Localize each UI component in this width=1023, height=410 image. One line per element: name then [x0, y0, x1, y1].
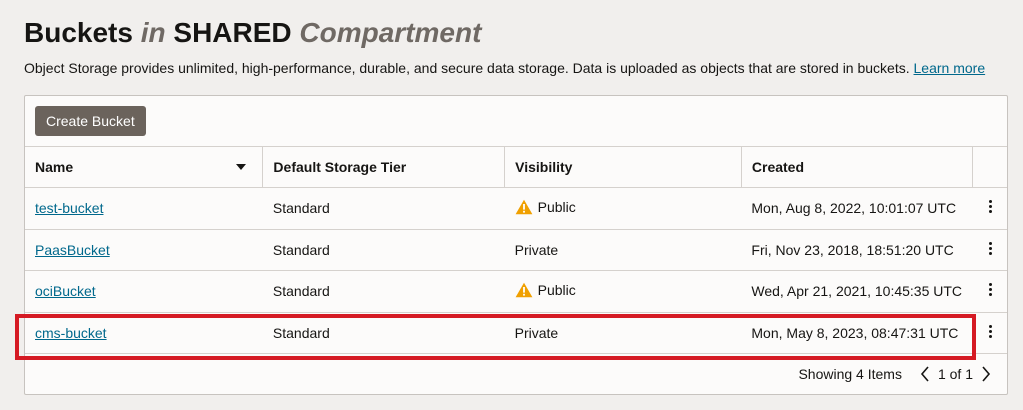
cell-actions: [972, 270, 1007, 313]
table-row: ociBucket Standard Public Wed, Apr 21, 2021…: [25, 270, 1007, 313]
next-page-button[interactable]: [977, 364, 995, 384]
cell-actions: [972, 229, 1007, 271]
bucket-name-link[interactable]: test-bucket: [35, 200, 103, 216]
sort-desc-icon[interactable]: [236, 164, 247, 170]
buckets-table: Name Default Storage Tier Visibility Cre…: [25, 146, 1007, 354]
title-compartment-suffix: Compartment: [299, 17, 482, 48]
cell-tier: Standard: [262, 187, 505, 230]
visibility-label: Public: [537, 281, 576, 298]
title-compartment: SHARED: [173, 17, 292, 48]
row-actions-menu-icon[interactable]: [988, 323, 992, 340]
cell-actions: [972, 312, 1007, 354]
table-footer: Showing 4 Items 1 of 1: [798, 364, 995, 384]
bucket-name-link[interactable]: ociBucket: [35, 283, 96, 299]
cell-tier: Standard: [262, 270, 505, 313]
cell-created: Fri, Nov 23, 2018, 18:51:20 UTC: [741, 229, 973, 271]
cell-created: Wed, Apr 21, 2021, 10:45:35 UTC: [741, 270, 973, 313]
cell-visibility: Private: [504, 312, 742, 354]
column-header-actions: [971, 146, 1007, 188]
learn-more-link[interactable]: Learn more: [914, 60, 986, 76]
title-buckets: Buckets: [24, 17, 133, 48]
visibility-label: Private: [514, 241, 559, 258]
cell-actions: [972, 187, 1007, 230]
cell-visibility: Public: [504, 187, 742, 230]
cell-name: test-bucket: [25, 187, 263, 230]
warning-icon: [515, 199, 533, 218]
cell-tier: Standard: [262, 229, 505, 271]
page-indicator: 1 of 1: [937, 366, 973, 382]
bucket-name-link[interactable]: PaasBucket: [35, 242, 110, 258]
cell-tier: Standard: [262, 312, 505, 354]
row-actions-menu-icon[interactable]: [988, 240, 992, 257]
column-header-name[interactable]: Name: [25, 146, 263, 188]
page-description: Object Storage provides unlimited, high-…: [24, 59, 985, 77]
page-title: Buckets in SHARED Compartment: [24, 16, 481, 50]
visibility-label: Private: [514, 324, 559, 341]
row-actions-menu-icon[interactable]: [988, 198, 992, 215]
chevron-right-icon: [982, 366, 991, 382]
table-row: cms-bucket Standard Private Mon, May 8, 202…: [25, 312, 1007, 354]
column-header-visibility: Visibility: [504, 146, 742, 188]
column-header-name-label: Name: [35, 159, 74, 175]
previous-page-button[interactable]: [916, 364, 934, 384]
column-header-created: Created: [740, 146, 973, 188]
cell-name: ociBucket: [25, 270, 263, 313]
chevron-left-icon: [920, 366, 929, 382]
cell-visibility: Private: [504, 229, 742, 271]
items-count: Showing 4 Items: [798, 366, 902, 382]
buckets-panel: Create Bucket Name Default Storage Tier …: [24, 95, 1008, 395]
cell-name: PaasBucket: [25, 229, 263, 271]
column-header-tier: Default Storage Tier: [262, 146, 505, 188]
cell-created: Mon, Aug 8, 2022, 10:01:07 UTC: [741, 187, 973, 230]
description-text: Object Storage provides unlimited, high-…: [24, 60, 914, 76]
cell-created: Mon, May 8, 2023, 08:47:31 UTC: [741, 312, 973, 354]
create-bucket-button[interactable]: Create Bucket: [35, 106, 146, 136]
table-header-row: Name Default Storage Tier Visibility Cre…: [25, 146, 1007, 188]
table-row: test-bucket Standard Public Mon, Aug 8, 202…: [25, 187, 1007, 230]
warning-icon: [515, 282, 533, 301]
row-actions-menu-icon[interactable]: [988, 281, 992, 298]
table-row: PaasBucket Standard Private Fri, Nov 23, 20…: [25, 229, 1007, 271]
visibility-label: Public: [537, 198, 576, 215]
title-in: in: [140, 17, 166, 48]
cell-name: cms-bucket: [25, 312, 263, 354]
cell-visibility: Public: [504, 270, 742, 313]
bucket-name-link[interactable]: cms-bucket: [35, 325, 107, 341]
